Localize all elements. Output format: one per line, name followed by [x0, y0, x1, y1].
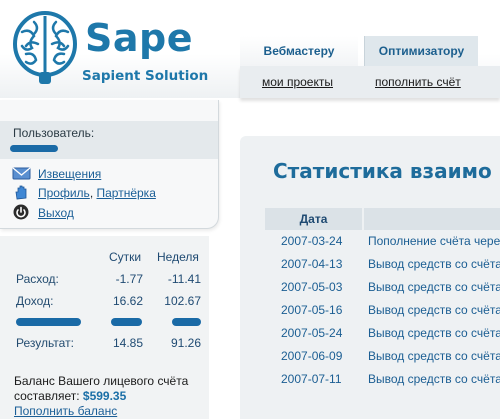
result-week: 91.26	[170, 336, 201, 350]
col-date-header: Дата	[265, 208, 362, 230]
redacted-bar	[111, 318, 142, 326]
col-week-header: Неделя	[157, 250, 199, 264]
row-date: 2007-07-11	[281, 372, 342, 386]
topup-account-link[interactable]: пополнить счёт	[375, 75, 461, 89]
expense-day: -1.77	[115, 272, 143, 286]
sub-navigation: мои проекты пополнить счёт	[240, 66, 500, 98]
logout-link[interactable]: Выход	[38, 206, 74, 220]
user-info: Пользователь:	[0, 121, 218, 159]
row-date: 2007-06-09	[281, 349, 343, 363]
income-day: 16.62	[112, 294, 143, 308]
brain-logo-icon[interactable]	[12, 8, 78, 88]
user-panel: Пользователь: Извещения Профиль, Партнёр…	[0, 100, 219, 229]
logo-title: Sape	[85, 16, 193, 60]
envelope-icon	[12, 167, 31, 180]
balance-amount: $599.35	[82, 389, 127, 403]
result-label: Результат:	[16, 336, 74, 350]
tab-webmaster[interactable]: Вебмастеру	[240, 36, 358, 66]
topup-balance-link[interactable]: Пополнить баланс	[14, 404, 117, 418]
income-week: 102.67	[164, 294, 201, 308]
table-row: 2007-07-11 Вывод средств со счёта	[265, 372, 500, 394]
expense-week: -11.41	[167, 272, 201, 286]
table-row: 2007-05-24 Вывод средств со счёта	[265, 326, 500, 348]
redacted-bar	[16, 318, 81, 326]
row-date: 2007-05-03	[281, 280, 343, 294]
redacted-bar	[172, 318, 201, 326]
finance-stats-panel: Сутки Неделя Расход: -1.77 -11.41 Доход:…	[0, 236, 209, 419]
tab-optimizer[interactable]: Оптимизатору	[364, 36, 478, 66]
table-header: Дата	[265, 208, 500, 230]
table-row: 2007-04-13 Вывод средств со счёта	[265, 257, 500, 279]
row-description: Вывод средств со счёта	[368, 280, 500, 294]
power-icon	[13, 204, 29, 220]
expense-label: Расход:	[16, 272, 59, 286]
row-description: Вывод средств со счёта	[368, 326, 500, 340]
row-description: Вывод средств со счёта	[368, 303, 500, 317]
result-day: 14.85	[112, 336, 143, 350]
main-content: Статистика взаимо Дата 2007-03-24 Пополн…	[240, 136, 500, 419]
table-row: 2007-03-24 Пополнение счёта чере	[265, 234, 500, 256]
table-row: 2007-06-09 Вывод средств со счёта	[265, 349, 500, 371]
hand-icon	[15, 185, 27, 200]
logo-subtitle: Sapient Solution	[82, 68, 209, 84]
profile-link[interactable]: Профиль	[38, 186, 90, 200]
income-label: Доход:	[16, 294, 54, 308]
separator: ,	[89, 186, 94, 200]
row-date: 2007-05-16	[281, 303, 343, 317]
row-description: Пополнение счёта чере	[368, 234, 500, 248]
table-row: 2007-05-03 Вывод средств со счёта	[265, 280, 500, 302]
page-title: Статистика взаимо	[273, 159, 492, 183]
row-description: Вывод средств со счёта	[368, 349, 500, 363]
partner-link[interactable]: Партнёрка	[97, 186, 156, 200]
row-description: Вывод средств со счёта	[368, 257, 500, 271]
user-name-redacted	[10, 145, 58, 152]
notifications-link[interactable]: Извещения	[38, 167, 101, 181]
row-description: Вывод средств со счёта	[368, 372, 500, 386]
balance-block: Баланс Вашего лицевого счёта составляет:…	[14, 374, 209, 419]
col-description-header	[364, 208, 500, 230]
row-date: 2007-04-13	[281, 257, 343, 271]
my-projects-link[interactable]: мои проекты	[262, 75, 333, 89]
row-date: 2007-05-24	[281, 326, 343, 340]
user-label: Пользователь:	[13, 126, 95, 140]
col-day-header: Сутки	[109, 250, 142, 264]
main-tabs: Вебмастеру Оптимизатору	[240, 36, 500, 66]
table-row: 2007-05-16 Вывод средств со счёта	[265, 303, 500, 325]
profile-links: Профиль, Партнёрка	[38, 186, 156, 200]
row-date: 2007-03-24	[281, 234, 343, 248]
